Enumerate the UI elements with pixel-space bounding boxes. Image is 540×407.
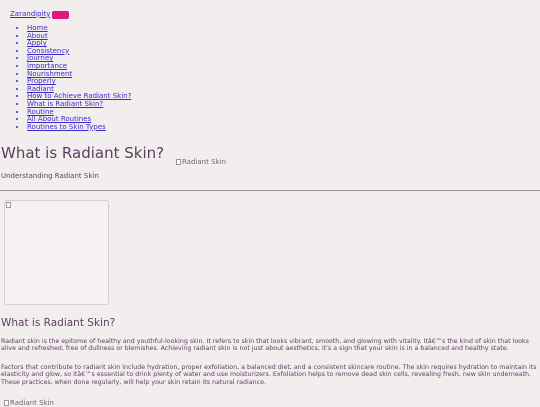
site-header: Zarandipity <box>10 8 70 19</box>
hero-image-alt-text: Radiant Skin <box>182 158 226 166</box>
content-image-placeholder <box>4 200 109 305</box>
broken-image-icon <box>6 202 11 208</box>
section-divider <box>0 190 540 191</box>
main-nav: Home About Apply Consistency Journey Imp… <box>12 24 131 132</box>
paragraph-intro: Radiant skin is the epitome of healthy a… <box>1 338 529 353</box>
bottom-image-alt-text: Radiant Skin <box>10 399 54 407</box>
hero-title: What is Radiant Skin? <box>1 144 165 162</box>
hero-image: Radiant Skin <box>176 158 226 166</box>
menu-toggle-button[interactable] <box>52 11 70 19</box>
section-title: What is Radiant Skin? <box>1 317 116 329</box>
hero-subtitle: Understanding Radiant Skin <box>1 172 99 180</box>
paragraph-factors: Factors that contribute to radiant skin … <box>1 364 537 386</box>
broken-image-icon <box>4 400 9 406</box>
nav-link-routines-to-skin-types[interactable]: Routines to Skin Types <box>27 123 106 131</box>
nav-item-routines-to-skin-types: Routines to Skin Types <box>27 123 131 132</box>
broken-image-icon <box>176 159 181 165</box>
bottom-image: Radiant Skin <box>4 399 54 407</box>
site-logo-link[interactable]: Zarandipity <box>10 10 50 18</box>
